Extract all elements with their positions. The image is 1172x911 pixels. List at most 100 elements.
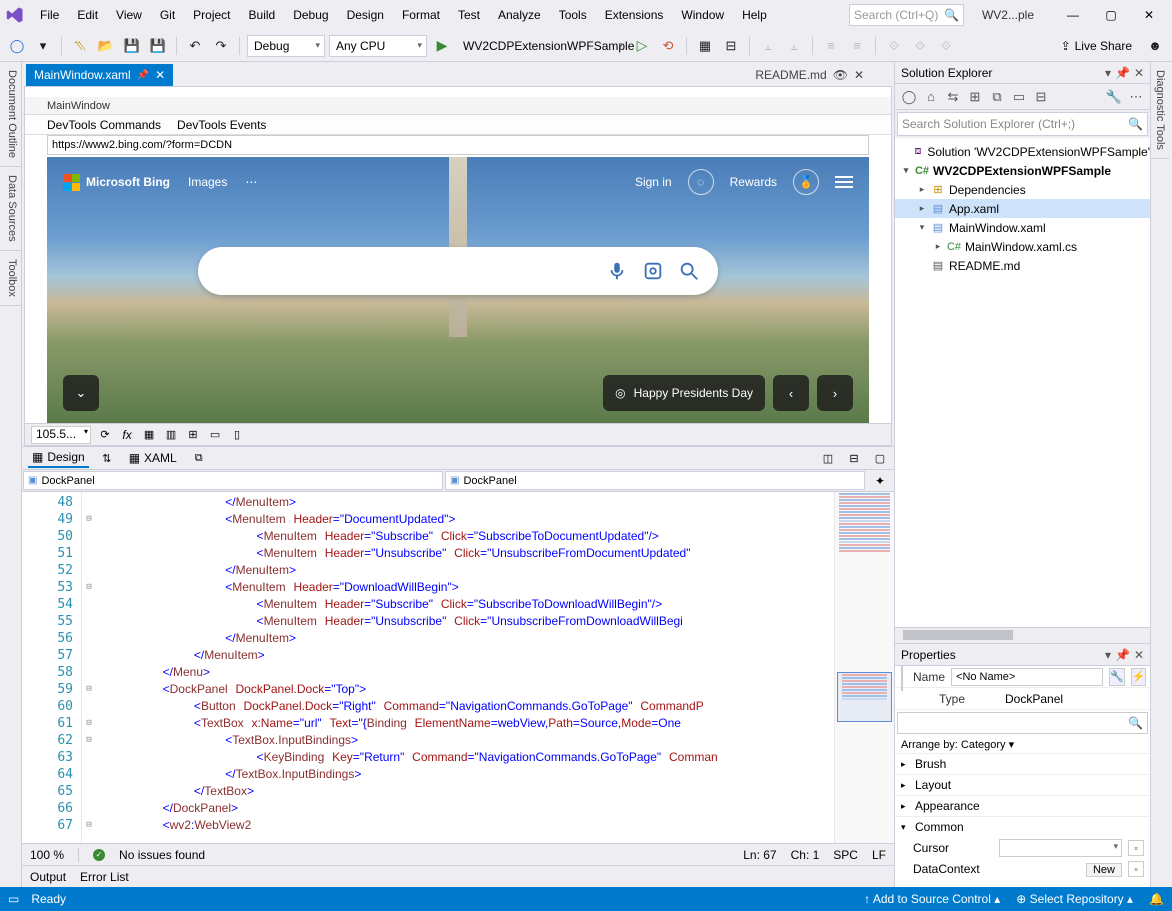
crumb-left[interactable]: DockPanel: [23, 471, 443, 490]
se-sync-icon[interactable]: ⇆: [943, 87, 963, 107]
pin-icon[interactable]: 📌: [137, 70, 149, 81]
tab-readme-md[interactable]: README.md 👁 ✕: [747, 64, 872, 86]
save-all-button[interactable]: 💾: [147, 35, 169, 57]
line-indicator[interactable]: Ln: 67: [743, 848, 776, 862]
toolbar-bm2[interactable]: ⟐: [909, 35, 931, 57]
close-icon[interactable]: ✕: [1134, 66, 1144, 80]
output-tab[interactable]: Output: [30, 870, 66, 884]
toolbar-misc2[interactable]: ⊟: [720, 35, 742, 57]
split-h-icon[interactable]: ⊟: [846, 450, 862, 466]
devtools-commands-menu[interactable]: DevTools Commands: [47, 118, 161, 132]
arrange-by[interactable]: Arrange by: Category ▾: [895, 736, 1150, 753]
expand-icon[interactable]: ▸: [917, 184, 927, 195]
sign-in-link[interactable]: Sign in: [635, 175, 672, 189]
cat-layout[interactable]: ▸Layout: [895, 774, 1150, 795]
events-icon[interactable]: ⚡: [1131, 668, 1147, 686]
preview-url-field[interactable]: https://www2.bing.com/?form=DCDN: [47, 135, 869, 155]
se-search[interactable]: Search Solution Explorer (Ctrl+;) 🔍: [897, 112, 1148, 136]
solution-config-select[interactable]: Debug: [247, 35, 325, 57]
output-pane-icon[interactable]: ▭: [8, 892, 19, 906]
rewards-link[interactable]: Rewards: [730, 175, 777, 189]
refresh-icon[interactable]: ⟳: [97, 427, 113, 443]
rail-toolbox[interactable]: Toolbox: [0, 251, 21, 306]
toolbar-align1[interactable]: ⫠: [757, 35, 779, 57]
expand-down-button[interactable]: ⌄: [63, 375, 99, 411]
design-tab[interactable]: ▦ Design: [28, 448, 89, 468]
indent-indicator[interactable]: SPC: [833, 848, 858, 862]
errorlist-tab[interactable]: Error List: [80, 870, 129, 884]
fold-gutter[interactable]: ⊟⊟⊟⊟⊟⊟: [82, 492, 96, 843]
feedback-icon[interactable]: ☻: [1144, 35, 1166, 57]
pin-icon[interactable]: 📌: [1115, 648, 1130, 662]
expand-icon[interactable]: ▸: [917, 203, 927, 214]
hero-caption[interactable]: ◎ Happy Presidents Day: [603, 375, 765, 411]
nav-fwd-button[interactable]: ▾: [32, 35, 54, 57]
pin-icon[interactable]: 📌: [1115, 66, 1130, 80]
minimize-button[interactable]: —: [1056, 2, 1090, 28]
menu-window[interactable]: Window: [673, 4, 732, 26]
artboard-icon[interactable]: ▭: [207, 427, 223, 443]
se-filter-icon[interactable]: ⧉: [987, 87, 1007, 107]
grid-icon[interactable]: ▦: [141, 427, 157, 443]
undo-button[interactable]: ↶: [184, 35, 206, 57]
search-icon[interactable]: [678, 260, 700, 282]
close-tab-icon[interactable]: ✕: [155, 68, 165, 82]
toolbar-grp1[interactable]: ≡: [820, 35, 842, 57]
fx-icon[interactable]: fx: [119, 427, 135, 443]
split-v-icon[interactable]: ◫: [820, 450, 836, 466]
toolbar-misc1[interactable]: ▦: [694, 35, 716, 57]
toolbar-bm1[interactable]: ⟐: [883, 35, 905, 57]
menu-tools[interactable]: Tools: [551, 4, 595, 26]
menu-debug[interactable]: Debug: [285, 4, 336, 26]
grid2-icon[interactable]: ▥: [163, 427, 179, 443]
issues-label[interactable]: No issues found: [119, 848, 205, 862]
notifications-icon[interactable]: 🔔: [1149, 892, 1164, 906]
tree-item[interactable]: ▾C#WV2CDPExtensionWPFSample: [895, 161, 1150, 180]
device-icon[interactable]: ▯: [229, 427, 245, 443]
snap-icon[interactable]: ⊞: [185, 427, 201, 443]
hot-reload-icon[interactable]: ⟲: [657, 35, 679, 57]
tree-item[interactable]: ▤README.md: [895, 256, 1150, 275]
select-repo[interactable]: ⊕ Select Repository ▴: [1016, 892, 1133, 906]
menu-test[interactable]: Test: [450, 4, 488, 26]
menu-build[interactable]: Build: [241, 4, 284, 26]
devtools-events-menu[interactable]: DevTools Events: [177, 118, 266, 132]
menu-extensions[interactable]: Extensions: [597, 4, 672, 26]
next-image-button[interactable]: ›: [817, 375, 853, 411]
lens-icon[interactable]: [642, 260, 664, 282]
wrench-icon[interactable]: 🔧: [1109, 668, 1125, 686]
tree-item[interactable]: ▸C#MainWindow.xaml.cs: [895, 237, 1150, 256]
se-home-icon[interactable]: ⌂: [921, 87, 941, 107]
tree-item[interactable]: ⧈Solution 'WV2CDPExtensionWPFSample': [895, 142, 1150, 161]
close-tab-icon[interactable]: ✕: [854, 68, 864, 82]
se-collapse-icon[interactable]: ⊟: [1031, 87, 1051, 107]
bing-logo[interactable]: Microsoft Bing: [63, 174, 170, 191]
open-button[interactable]: 📂: [95, 35, 117, 57]
bing-searchbar[interactable]: [198, 247, 718, 295]
bing-search-input[interactable]: [216, 263, 592, 279]
start-debug-button[interactable]: ▶: [431, 35, 453, 57]
se-hscrollbar[interactable]: [895, 627, 1150, 643]
cursor-combo[interactable]: [999, 839, 1122, 857]
quick-launch-search[interactable]: Search (Ctrl+Q) 🔍: [849, 4, 964, 26]
close-button[interactable]: ✕: [1132, 2, 1166, 28]
cat-common[interactable]: ▾Common: [895, 816, 1150, 837]
mic-icon[interactable]: [606, 260, 628, 282]
rail-data-sources[interactable]: Data Sources: [0, 167, 21, 251]
close-icon[interactable]: ✕: [1134, 648, 1144, 662]
crumb-right[interactable]: DockPanel: [445, 471, 865, 490]
add-source-control[interactable]: ↑ Add to Source Control ▴: [864, 892, 1000, 906]
eol-indicator[interactable]: LF: [872, 848, 886, 862]
more-icon[interactable]: ⋯: [245, 175, 257, 189]
menu-analyze[interactable]: Analyze: [490, 4, 549, 26]
se-props-icon[interactable]: 🔧: [1104, 87, 1124, 107]
prop-marker-icon[interactable]: ▫: [1128, 840, 1144, 856]
minimap-viewport[interactable]: [837, 672, 892, 722]
prev-image-button[interactable]: ‹: [773, 375, 809, 411]
new-button[interactable]: New: [1086, 863, 1122, 877]
solution-tree[interactable]: ⧈Solution 'WV2CDPExtensionWPFSample'▾C#W…: [895, 138, 1150, 627]
expand-icon[interactable]: ▾: [901, 165, 911, 176]
popout-icon[interactable]: ⧉: [191, 450, 207, 466]
images-link[interactable]: Images: [188, 175, 227, 189]
rewards-icon[interactable]: 🏅: [793, 169, 819, 195]
